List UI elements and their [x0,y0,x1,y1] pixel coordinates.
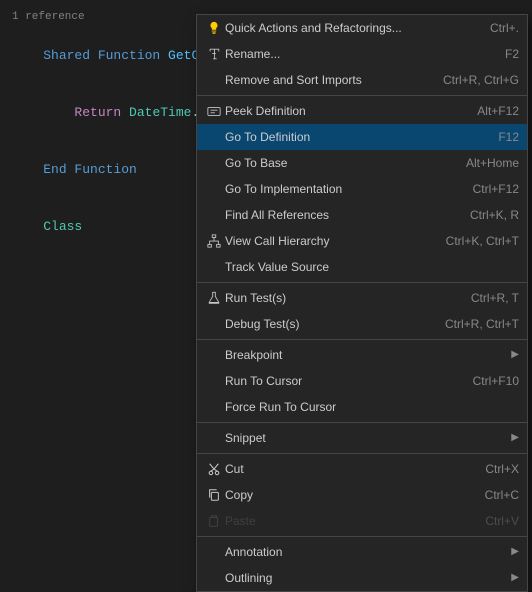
empty-icon-13 [203,568,225,588]
annotation-arrow: ▶ [511,546,519,558]
copy-shortcut: Ctrl+C [485,488,519,502]
separator-2 [197,282,527,283]
go-to-impl-shortcut: Ctrl+F12 [473,182,519,196]
lightbulb-icon [203,18,225,38]
separator-5 [197,453,527,454]
keyword-end-function: End Function [43,162,137,177]
empty-icon-1 [203,70,225,90]
remove-sort-imports-shortcut: Ctrl+R, Ctrl+G [443,73,519,87]
menu-item-run-tests[interactable]: Run Test(s) Ctrl+R, T [197,285,527,311]
menu-item-cut[interactable]: Cut Ctrl+X [197,456,527,482]
menu-item-go-to-base[interactable]: Go To Base Alt+Home [197,150,527,176]
find-all-refs-label: Find All References [225,208,454,222]
keyword-shared: Shared Function [43,48,168,63]
menu-item-view-call-hierarchy[interactable]: View Call Hierarchy Ctrl+K, Ctrl+T [197,228,527,254]
paste-label: Paste [225,514,469,528]
empty-icon-7 [203,314,225,334]
hierarchy-icon [203,231,225,251]
view-call-hierarchy-label: View Call Hierarchy [225,234,430,248]
rename-icon [203,44,225,64]
separator-3 [197,339,527,340]
menu-item-go-to-definition[interactable]: Go To Definition F12 [197,124,527,150]
empty-icon-10 [203,397,225,417]
annotation-label: Annotation [225,545,507,559]
cut-shortcut: Ctrl+X [485,462,519,476]
menu-item-copy[interactable]: Copy Ctrl+C [197,482,527,508]
empty-icon-11 [203,428,225,448]
flask-icon [203,288,225,308]
rename-label: Rename... [225,47,489,61]
outlining-arrow: ▶ [511,572,519,584]
empty-icon-12 [203,542,225,562]
empty-icon-6 [203,257,225,277]
outlining-label: Outlining [225,571,507,585]
go-to-definition-label: Go To Definition [225,130,482,144]
breakpoint-label: Breakpoint [225,348,507,362]
snippet-arrow: ▶ [511,432,519,444]
context-menu: Quick Actions and Refactorings... Ctrl+.… [196,14,528,592]
run-tests-label: Run Test(s) [225,291,455,305]
cut-icon [203,459,225,479]
paste-icon [203,511,225,531]
keyword-class: Class [43,219,82,234]
empty-icon-9 [203,371,225,391]
go-to-impl-label: Go To Implementation [225,182,457,196]
peek-definition-shortcut: Alt+F12 [477,104,519,118]
view-call-hierarchy-shortcut: Ctrl+K, Ctrl+T [446,234,519,248]
separator-6 [197,536,527,537]
find-all-refs-shortcut: Ctrl+K, R [470,208,519,222]
menu-item-find-all-refs[interactable]: Find All References Ctrl+K, R [197,202,527,228]
menu-item-paste[interactable]: Paste Ctrl+V [197,508,527,534]
paste-shortcut: Ctrl+V [485,514,519,528]
menu-item-rename[interactable]: Rename... F2 [197,41,527,67]
menu-item-outlining[interactable]: Outlining ▶ [197,565,527,591]
menu-item-annotation[interactable]: Annotation ▶ [197,539,527,565]
menu-item-quick-actions[interactable]: Quick Actions and Refactorings... Ctrl+. [197,15,527,41]
menu-item-run-to-cursor[interactable]: Run To Cursor Ctrl+F10 [197,368,527,394]
empty-icon-4 [203,179,225,199]
menu-item-go-to-impl[interactable]: Go To Implementation Ctrl+F12 [197,176,527,202]
quick-actions-shortcut: Ctrl+. [490,21,519,35]
menu-item-breakpoint[interactable]: Breakpoint ▶ [197,342,527,368]
run-to-cursor-shortcut: Ctrl+F10 [473,374,519,388]
datetime-obj: DateTime [129,105,191,120]
cut-label: Cut [225,462,469,476]
copy-label: Copy [225,488,469,502]
empty-icon-5 [203,205,225,225]
menu-item-peek-definition[interactable]: Peek Definition Alt+F12 [197,98,527,124]
debug-tests-label: Debug Test(s) [225,317,429,331]
go-to-base-shortcut: Alt+Home [466,156,519,170]
debug-tests-shortcut: Ctrl+R, Ctrl+T [445,317,519,331]
copy-icon [203,485,225,505]
menu-item-track-value-source[interactable]: Track Value Source [197,254,527,280]
peek-definition-label: Peek Definition [225,104,461,118]
peek-icon [203,101,225,121]
remove-sort-imports-label: Remove and Sort Imports [225,73,427,87]
keyword-return: Return [43,105,129,120]
quick-actions-label: Quick Actions and Refactorings... [225,21,474,35]
run-tests-shortcut: Ctrl+R, T [471,291,519,305]
breakpoint-arrow: ▶ [511,349,519,361]
menu-item-force-run-to-cursor[interactable]: Force Run To Cursor [197,394,527,420]
empty-icon-8 [203,345,225,365]
empty-icon-2 [203,127,225,147]
run-to-cursor-label: Run To Cursor [225,374,457,388]
menu-item-debug-tests[interactable]: Debug Test(s) Ctrl+R, Ctrl+T [197,311,527,337]
track-value-source-label: Track Value Source [225,260,503,274]
force-run-to-cursor-label: Force Run To Cursor [225,400,503,414]
separator-1 [197,95,527,96]
menu-item-snippet[interactable]: Snippet ▶ [197,425,527,451]
separator-4 [197,422,527,423]
go-to-base-label: Go To Base [225,156,450,170]
rename-shortcut: F2 [505,47,519,61]
empty-icon-3 [203,153,225,173]
menu-item-remove-sort-imports[interactable]: Remove and Sort Imports Ctrl+R, Ctrl+G [197,67,527,93]
go-to-definition-shortcut: F12 [498,130,519,144]
snippet-label: Snippet [225,431,507,445]
